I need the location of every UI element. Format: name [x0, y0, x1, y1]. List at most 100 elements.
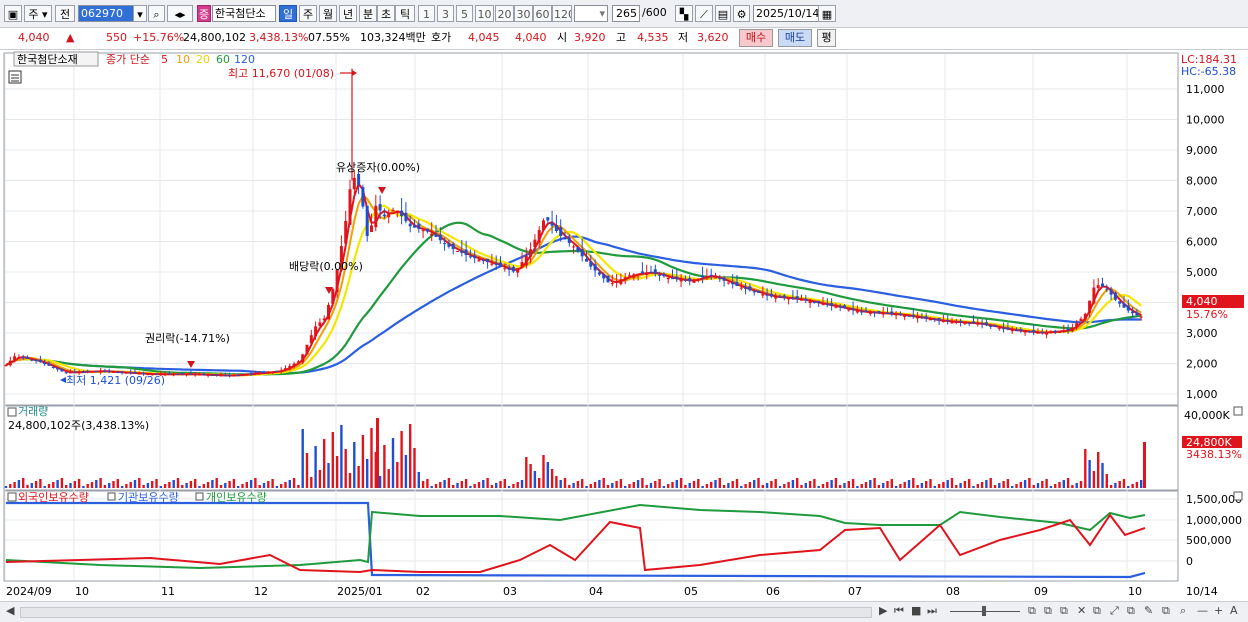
copy-icon[interactable]: ⧉ [1093, 604, 1101, 618]
candle-body [585, 258, 588, 262]
fast-forward-icon[interactable]: ⏭ [927, 604, 937, 618]
horizontal-scrollbar[interactable] [20, 607, 872, 618]
candle-body [245, 374, 249, 376]
period-tab-month[interactable]: 월 [319, 5, 337, 22]
period-tab-year[interactable]: 년 [339, 5, 357, 22]
candle-body [1019, 329, 1023, 332]
open-price: 3,920 [574, 31, 606, 44]
candle-body [43, 362, 47, 364]
interval-10[interactable]: 10 [475, 5, 494, 22]
window-menu-icon[interactable]: ▣ [4, 5, 22, 22]
candle-body [357, 174, 361, 185]
buy-button[interactable]: 매수 [739, 29, 773, 47]
volume-bar [426, 479, 429, 488]
gear-icon[interactable]: ⚙ [733, 5, 750, 22]
volume-bar [581, 479, 584, 488]
volume-bar [490, 485, 494, 488]
candle-body [898, 313, 902, 315]
candle-body [1053, 330, 1057, 332]
interval-120[interactable]: 120 [552, 5, 572, 22]
holding-close-icon[interactable] [1233, 491, 1243, 501]
pencil-icon[interactable]: ✎ [1144, 604, 1153, 618]
layout-3-icon[interactable]: ⧉ [1060, 604, 1068, 618]
sell-button[interactable]: 매도 [778, 29, 812, 47]
interval-60[interactable]: 60 [533, 5, 552, 22]
rewind-icon[interactable]: ⏮ [894, 604, 904, 618]
calendar-icon[interactable]: ▦ [818, 5, 836, 22]
candle-body [886, 312, 889, 314]
eval-button[interactable]: 평 [817, 29, 836, 47]
prev-button[interactable]: 전 [55, 5, 75, 22]
volume-bar [366, 459, 369, 488]
scroll-right-icon[interactable]: ▶ [879, 604, 887, 618]
window-2-icon[interactable]: ⧉ [1162, 604, 1170, 618]
interval-5[interactable]: 5 [456, 5, 473, 22]
font-size-icon[interactable]: A [1230, 604, 1238, 618]
volume-bar [370, 428, 373, 488]
volume-bar [860, 484, 863, 488]
zoom-slider-handle[interactable] [982, 606, 986, 616]
draw-tool-icon[interactable]: ⟋ [695, 5, 713, 22]
scroll-left-icon[interactable]: ◀ [6, 604, 14, 618]
period-tab-day[interactable]: 일 [279, 5, 297, 22]
volume-bar [155, 479, 158, 488]
volume-bar [237, 486, 240, 488]
volume-bar [202, 484, 205, 488]
count-input[interactable]: 265 [612, 5, 640, 22]
sound-icon[interactable]: ◂▸ [167, 5, 193, 22]
period-tab-week[interactable]: 주 [299, 5, 317, 22]
candle-body [791, 297, 795, 299]
zoom-in-icon[interactable]: + [1214, 604, 1223, 618]
magnify-icon[interactable]: ⌕ [1180, 604, 1186, 618]
volume-bar [1002, 481, 1005, 488]
holding-panel-icon[interactable] [7, 492, 17, 502]
window-icon[interactable]: ⧉ [1127, 604, 1135, 618]
candle-body [438, 234, 442, 241]
stock-name-field[interactable]: 한국첨단소 [212, 5, 276, 22]
period-tab-minute[interactable]: 분 [359, 5, 377, 22]
period-tab-tick[interactable]: 틱 [395, 5, 415, 22]
layout-2-icon[interactable]: ⧉ [1044, 604, 1052, 618]
candle-body [193, 374, 197, 376]
volume-bar [520, 480, 524, 488]
volume-bar [1118, 481, 1121, 488]
volume-bar [791, 480, 795, 488]
save-icon[interactable]: ▤ [715, 5, 731, 22]
volume-bar [606, 485, 610, 488]
market-select[interactable]: 주 ▾ [24, 5, 52, 22]
zoom-out-icon[interactable]: — [1197, 604, 1208, 618]
volume-bar [396, 462, 399, 488]
stock-code-input[interactable]: 062970 [78, 5, 136, 22]
custom-interval-select[interactable]: ▾ [574, 5, 608, 22]
volume-bar [284, 482, 287, 488]
interval-30[interactable]: 30 [514, 5, 533, 22]
interval-20[interactable]: 20 [495, 5, 514, 22]
stop-icon[interactable]: ■ [911, 604, 921, 618]
volume-bar [292, 478, 296, 488]
expand-icon[interactable]: ⤢ [1110, 604, 1119, 618]
volume-bar [817, 486, 820, 488]
chart-type-icon[interactable]: ▚ [675, 5, 693, 22]
candle-body [907, 315, 911, 317]
price-tick-label: 11,000 [1186, 83, 1225, 96]
candle-body [1023, 331, 1027, 333]
candle-body [456, 251, 459, 253]
volume-bar [507, 486, 511, 488]
volume-bar [103, 485, 107, 488]
date-input[interactable]: 2025/10/14 [753, 5, 819, 22]
candle-body [335, 269, 339, 293]
volume-bar [211, 480, 214, 488]
interval-1[interactable]: 1 [418, 5, 435, 22]
volume-bar [847, 481, 850, 488]
layout-icon[interactable]: ⧉ [1028, 604, 1036, 618]
chart-area[interactable]: 11,000 10,000 9,000 8,000 7,000 6,000 5,000 4,0… [0, 50, 1248, 600]
crosshair-icon[interactable]: ✕ [1077, 604, 1086, 618]
candle-body [167, 373, 171, 375]
volume-close-icon[interactable] [1233, 406, 1243, 416]
period-tab-second[interactable]: 초 [377, 5, 395, 22]
code-dropdown-icon[interactable]: ▾ [133, 5, 147, 22]
candle-body [821, 304, 825, 306]
search-icon[interactable]: ⌕ [148, 5, 165, 22]
volume-panel-icon[interactable] [7, 407, 17, 417]
interval-3[interactable]: 3 [437, 5, 454, 22]
